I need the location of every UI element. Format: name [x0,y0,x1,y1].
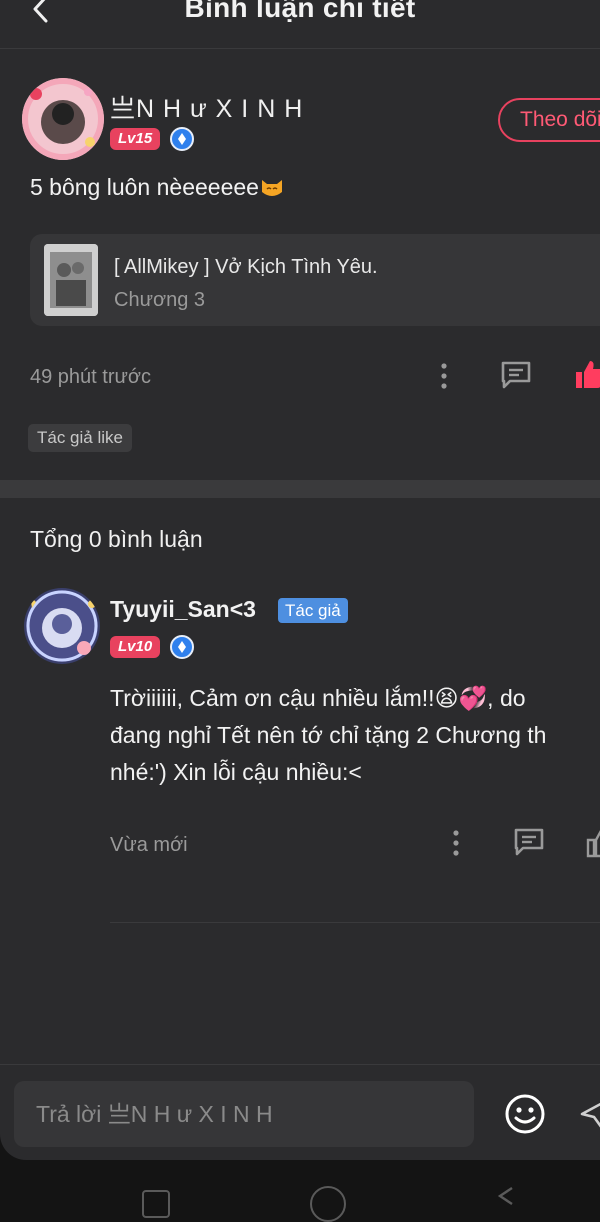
emoji-icon[interactable] [504,1093,546,1135]
cat-emoji-icon [261,180,282,196]
follow-button[interactable]: Theo dõi [498,98,600,142]
recent-apps-icon[interactable] [142,1190,170,1218]
reply-icon[interactable] [513,827,545,857]
reply-icon[interactable] [500,360,532,390]
section-divider [0,480,600,498]
author-liked-tag: Tác giả like [28,424,132,452]
verify-badge-icon [170,635,194,659]
reply-avatar[interactable] [24,588,100,664]
more-options-icon[interactable] [451,829,461,857]
reply-divider [110,922,600,923]
app-screen: Bình luận chi tiết 亗N H ư X I N H Lv15 T… [0,0,600,1160]
system-back-icon[interactable] [494,1184,518,1208]
avatar-frame-icon [22,78,104,160]
reply-input[interactable] [14,1081,474,1147]
header: Bình luận chi tiết [0,0,600,49]
story-cover-image [44,244,98,316]
level-badge: Lv10 [110,636,161,658]
more-options-icon[interactable] [439,362,449,390]
story-chapter: Chương 3 [114,289,205,311]
story-title: [ AllMikey ] Vở Kịch Tình Yêu. [114,256,378,278]
comment-text-content: 5 bông luôn nèeeeeee [30,174,259,200]
reply-username[interactable]: Tyuyii_San<3 [110,596,256,623]
system-nav-bar [0,1160,600,1222]
home-icon[interactable] [310,1186,346,1222]
author-badge: Tác giả [278,598,348,623]
comment-text: 5 bông luôn nèeeeeee [30,174,285,201]
avatar-frame-icon [26,590,98,662]
level-badge: Lv15 [110,128,161,150]
comment-timestamp: 49 phút trước [30,366,152,388]
reply-text: Trờiiiiii, Cảm ơn cậu nhiều lắm!!😫💞, do … [110,685,547,785]
total-replies-count: Tổng 0 bình luận [30,526,203,552]
commenter-username[interactable]: 亗N H ư X I N H [110,89,303,125]
send-icon[interactable] [578,1095,600,1133]
story-card[interactable]: [ AllMikey ] Vở Kịch Tình Yêu. Chương 3 [30,234,600,326]
commenter-avatar[interactable] [22,78,104,160]
like-outline-icon[interactable] [586,826,600,858]
page-title: Bình luận chi tiết [184,0,416,23]
like-icon[interactable] [574,358,600,390]
verify-badge-icon [170,127,194,151]
reply-timestamp: Vừa mới [110,834,188,856]
reply-input-bar [0,1064,600,1160]
